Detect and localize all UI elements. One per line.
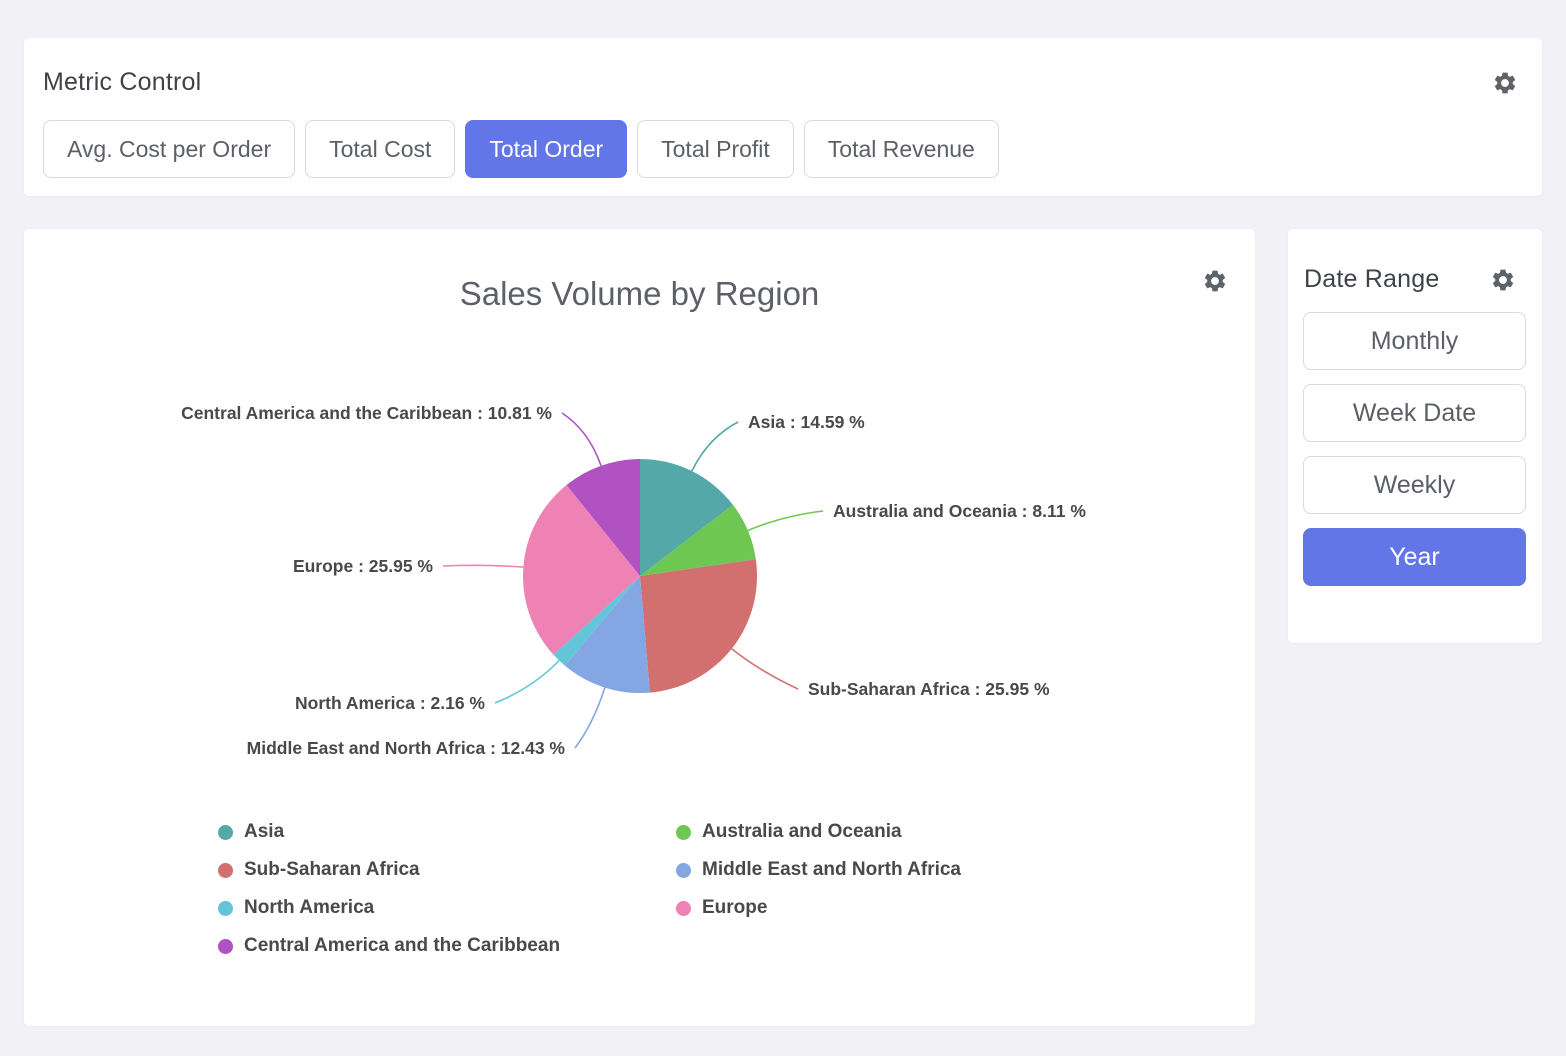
- metric-control-gear-icon[interactable]: [1492, 70, 1518, 96]
- legend-label: North America: [244, 897, 374, 919]
- date-range-header: Date Range: [1304, 265, 1516, 294]
- date-range-button-monthly[interactable]: Monthly: [1303, 312, 1526, 370]
- metric-button-group: Avg. Cost per OrderTotal CostTotal Order…: [43, 120, 999, 178]
- pie-label-line-australia-and-oceania: [748, 511, 823, 531]
- pie-label-europe: Europe : 25.95 %: [293, 556, 433, 576]
- legend-dot-icon: [218, 939, 233, 954]
- legend-label: Central America and the Caribbean: [244, 935, 560, 957]
- chart-panel: Sales Volume by Region Asia : 14.59 %Aus…: [24, 229, 1255, 1026]
- date-range-button-week-date[interactable]: Week Date: [1303, 384, 1526, 442]
- metric-control-panel: Metric Control Avg. Cost per OrderTotal …: [24, 38, 1542, 196]
- metric-button-total-profit[interactable]: Total Profit: [637, 120, 794, 178]
- legend-item-north-america[interactable]: North America: [218, 897, 676, 919]
- legend-item-sub-saharan-africa[interactable]: Sub-Saharan Africa: [218, 859, 676, 881]
- pie-label-asia: Asia : 14.59 %: [748, 412, 865, 432]
- legend-dot-icon: [218, 825, 233, 840]
- pie-label-central-america-and-the-caribbean: Central America and the Caribbean : 10.8…: [181, 403, 552, 423]
- legend-dot-icon: [676, 863, 691, 878]
- date-range-button-weekly[interactable]: Weekly: [1303, 456, 1526, 514]
- pie-chart: Asia : 14.59 % Australia and Oceania : 8.…: [24, 229, 1255, 789]
- metric-button-avg-cost-per-order[interactable]: Avg. Cost per Order: [43, 120, 295, 178]
- pie-label-line-north-america: [495, 661, 559, 704]
- date-range-gear-icon[interactable]: [1490, 267, 1516, 293]
- pie-label-north-america: North America : 2.16 %: [295, 693, 485, 713]
- legend-dot-icon: [218, 863, 233, 878]
- legend-item-asia[interactable]: Asia: [218, 821, 676, 843]
- legend-label: Europe: [702, 897, 767, 919]
- pie-label-australia-and-oceania: Australia and Oceania : 8.11 %: [833, 501, 1086, 521]
- date-range-button-group: Monthly Week Date Weekly Year: [1303, 312, 1526, 586]
- date-range-button-year[interactable]: Year: [1303, 528, 1526, 586]
- legend-item-middle-east-and-north-africa[interactable]: Middle East and North Africa: [676, 859, 961, 881]
- legend-dot-icon: [218, 901, 233, 916]
- legend-item-europe[interactable]: Europe: [676, 897, 961, 919]
- metric-control-header: Metric Control: [43, 68, 1518, 97]
- date-range-panel: Date Range Monthly Week Date Weekly Year: [1288, 229, 1542, 643]
- pie-label-middle-east-and-north-africa: Middle East and North Africa : 12.43 %: [247, 738, 566, 758]
- legend-item-australia-and-oceania[interactable]: Australia and Oceania: [676, 821, 961, 843]
- metric-button-total-order[interactable]: Total Order: [465, 120, 627, 178]
- pie-label-line-sub-saharan-africa: [732, 649, 798, 689]
- pie-label-line-asia: [692, 422, 738, 471]
- pie-label-line-europe: [443, 565, 523, 567]
- pie-slices: [523, 459, 757, 693]
- legend-label: Middle East and North Africa: [702, 859, 961, 881]
- legend-label: Sub-Saharan Africa: [244, 859, 420, 881]
- chart-legend: Asia Australia and Oceania Sub-Saharan Afr…: [218, 813, 961, 965]
- legend-dot-icon: [676, 825, 691, 840]
- metric-button-total-cost[interactable]: Total Cost: [305, 120, 455, 178]
- pie-slice-sub-saharan-africa[interactable]: [640, 559, 757, 692]
- pie-label-line-middle-east-and-north-africa: [575, 688, 605, 748]
- metric-button-total-revenue[interactable]: Total Revenue: [804, 120, 999, 178]
- metric-control-title: Metric Control: [43, 68, 201, 97]
- legend-label: Asia: [244, 821, 284, 843]
- legend-label: Australia and Oceania: [702, 821, 902, 843]
- pie-label-line-central-america-and-the-caribbean: [562, 413, 601, 466]
- legend-item-central-america-and-the-caribbean[interactable]: Central America and the Caribbean: [218, 935, 676, 957]
- date-range-title: Date Range: [1304, 265, 1439, 294]
- legend-dot-icon: [676, 901, 691, 916]
- pie-label-sub-saharan-africa: Sub-Saharan Africa : 25.95 %: [808, 679, 1050, 699]
